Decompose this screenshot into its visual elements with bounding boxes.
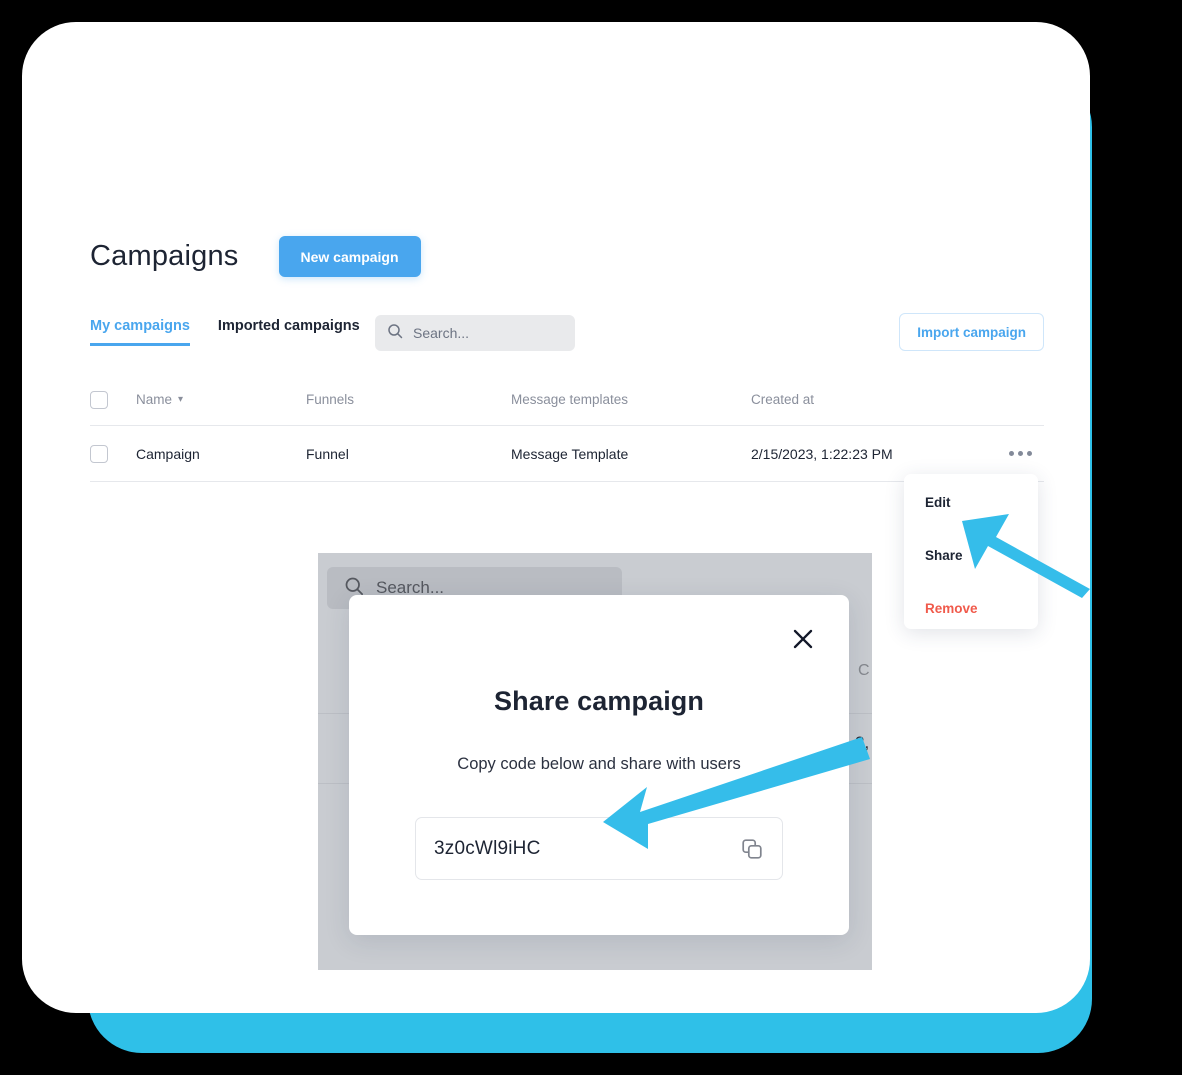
row-select-cell	[90, 444, 136, 463]
inner-partial-cell-value: 2,	[855, 733, 870, 752]
search-input[interactable]: Search...	[375, 315, 575, 351]
inner-partial-column-header: C	[858, 662, 870, 679]
tab-list: My campaigns Imported campaigns	[90, 318, 360, 346]
modal-subtitle: Copy code below and share with users	[457, 755, 741, 773]
context-menu-item-edit[interactable]: Edit	[904, 490, 1038, 543]
cell-created-at: 2/15/2023, 1:22:23 PM	[751, 445, 893, 462]
row-checkbox[interactable]	[90, 444, 108, 463]
cell-actions	[991, 445, 1044, 462]
share-code-field[interactable]: 3z0cWl9iHC	[415, 817, 783, 880]
import-campaign-button[interactable]: Import campaign	[899, 313, 1044, 351]
tab-my-campaigns[interactable]: My campaigns	[90, 318, 190, 346]
cell-message-templates: Message Template	[511, 445, 629, 462]
close-icon[interactable]	[789, 625, 817, 653]
campaigns-table: Name ▾ Funnels Message templates Created…	[90, 374, 1044, 482]
screenshot-root: Campaigns New campaign My campaigns Impo…	[0, 0, 1182, 1075]
column-header-name-label: Name	[136, 392, 173, 407]
cell-name: Campaign	[136, 445, 200, 462]
table-header-row: Name ▾ Funnels Message templates Created…	[90, 374, 1044, 426]
search-icon	[387, 323, 403, 344]
column-header-message-templates: Message templates	[511, 392, 629, 407]
page-title: Campaigns	[90, 240, 239, 272]
column-header-name[interactable]: Name ▾	[136, 392, 306, 407]
share-code-value: 3z0cWl9iHC	[434, 837, 541, 859]
new-campaign-button[interactable]: New campaign	[278, 236, 421, 277]
chevron-down-icon: ▾	[178, 394, 184, 405]
app-window-card: Campaigns New campaign My campaigns Impo…	[22, 22, 1090, 1013]
tab-imported-campaigns[interactable]: Imported campaigns	[218, 318, 360, 343]
context-menu-item-share[interactable]: Share	[904, 543, 1038, 596]
select-all-cell	[90, 390, 136, 409]
modal-title: Share campaign	[494, 686, 704, 716]
table-row[interactable]: Campaign Funnel Message Template 2/15/20…	[90, 426, 1044, 482]
toolbar: My campaigns Imported campaigns Search..…	[90, 313, 1044, 358]
search-placeholder: Search...	[413, 325, 470, 341]
share-campaign-modal: Share campaign Copy code below and share…	[349, 595, 849, 935]
cell-funnels: Funnel	[306, 445, 349, 462]
context-menu-item-remove[interactable]: Remove	[904, 596, 1038, 649]
row-context-menu: Edit Share Remove	[904, 474, 1038, 629]
page-header: Campaigns New campaign	[90, 236, 421, 277]
column-header-funnels: Funnels	[306, 392, 355, 407]
select-all-checkbox[interactable]	[90, 390, 108, 409]
copy-icon[interactable]	[740, 837, 764, 861]
column-header-created-at: Created at	[751, 392, 815, 407]
row-more-options-icon[interactable]	[1003, 445, 1038, 462]
